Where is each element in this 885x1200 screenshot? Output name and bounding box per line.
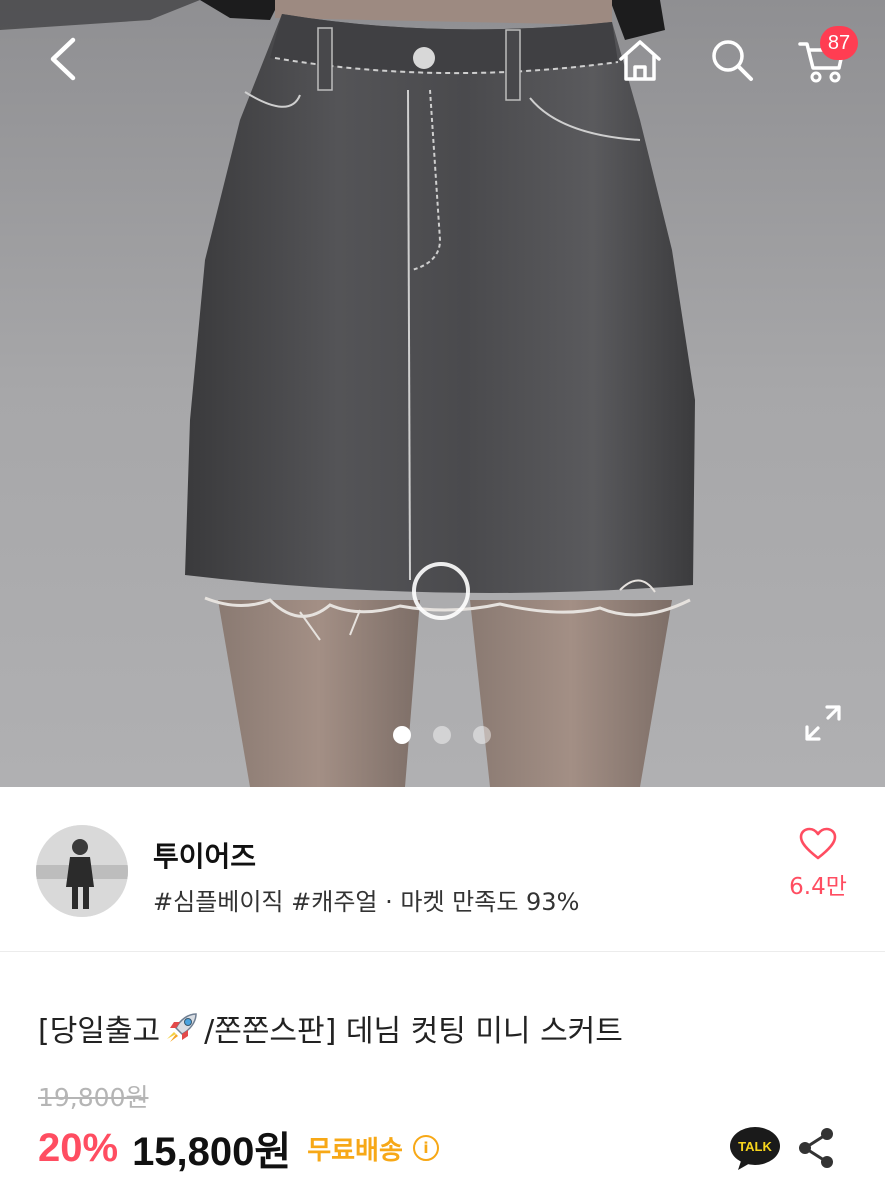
seller-name[interactable]: 투이어즈: [153, 835, 256, 875]
zoom-ring-icon: [412, 562, 470, 620]
share-icon: [799, 1128, 833, 1168]
search-icon: [712, 40, 753, 81]
avatar-image: [36, 825, 128, 917]
rocket-icon: [167, 1013, 197, 1042]
free-shipping-label: 무료배송: [307, 1135, 403, 1166]
price-row: 20% 15,800원 무료배송 i: [38, 1120, 439, 1176]
talk-icon: TALK: [730, 1127, 780, 1170]
search-button[interactable]: [706, 34, 758, 86]
info-icon[interactable]: i: [412, 1135, 439, 1161]
home-icon: [619, 40, 661, 81]
chevron-left-icon: [50, 37, 76, 81]
sale-price: 15,800원: [132, 1130, 292, 1174]
like-button[interactable]: 6.4만: [778, 827, 858, 917]
carousel-indicator: [393, 726, 491, 744]
product-title-prefix: [당일출고: [38, 1014, 161, 1049]
home-button[interactable]: [612, 34, 668, 86]
product-title-suffix: /쫀쫀스판] 데님 컷팅 미니 스커트: [204, 1014, 623, 1049]
seller-avatar[interactable]: [36, 825, 128, 917]
fullscreen-button[interactable]: [800, 700, 846, 746]
talk-label: TALK: [738, 1139, 772, 1154]
original-price: 19,800원: [38, 1083, 149, 1112]
expand-icon: [805, 705, 841, 741]
discount-rate: 20%: [38, 1125, 119, 1170]
seller-info[interactable]: 투이어즈 #심플베이직 #캐주얼 · 마켓 만족도 93% 6.4만: [0, 787, 885, 952]
carousel-dot[interactable]: [473, 726, 491, 744]
kakao-talk-button[interactable]: TALK: [728, 1124, 782, 1176]
carousel-dot[interactable]: [393, 726, 411, 744]
cart-count-badge: 87: [820, 26, 858, 60]
top-navigation-bar: 87: [0, 0, 885, 120]
share-button[interactable]: [796, 1126, 836, 1170]
seller-tags: #심플베이직 #캐주얼 · 마켓 만족도 93%: [153, 888, 580, 916]
heart-icon: [799, 827, 837, 860]
product-image-carousel[interactable]: 87: [0, 0, 885, 787]
product-title: [당일출고 /쫀쫀스판] 데님 컷팅 미니 스커트: [38, 1006, 623, 1050]
like-count: 6.4만: [789, 874, 847, 900]
carousel-dot[interactable]: [433, 726, 451, 744]
back-button[interactable]: [38, 34, 88, 84]
